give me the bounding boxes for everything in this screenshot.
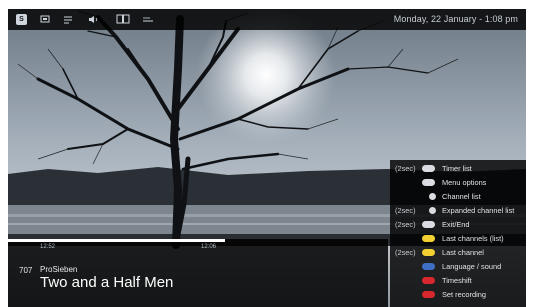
- menu-icon[interactable]: [142, 14, 154, 25]
- legend-item[interactable]: Menu options: [390, 177, 526, 189]
- speaker-icon[interactable]: [88, 14, 100, 25]
- remote-key-legend: (2sec) Timer list Menu options Channel l…: [390, 160, 526, 307]
- legend-item[interactable]: (2sec) Expanded channel list: [390, 205, 526, 217]
- top-status-bar: S Monday, 22 January - 1:08 pm: [8, 9, 526, 30]
- yellow-button-icon: [422, 249, 435, 256]
- legend-label: Channel list: [442, 192, 481, 201]
- legend-item[interactable]: (2sec) Exit/End: [390, 219, 526, 231]
- program-title: Two and a Half Men: [40, 274, 174, 291]
- yellow-button-icon: [422, 235, 435, 242]
- legend-hold-duration: (2sec): [395, 248, 416, 257]
- legend-label: Expanded channel list: [442, 206, 515, 215]
- program-info-panel: 12:52 12:06 707 ProSieben Two and a Half…: [8, 239, 388, 307]
- legend-item[interactable]: (2sec) Last channel: [390, 247, 526, 259]
- screen-icon[interactable]: [40, 14, 50, 25]
- legend-item[interactable]: Timeshift: [390, 275, 526, 287]
- date-time: Monday, 22 January - 1:08 pm: [393, 14, 518, 24]
- legend-label: Set recording: [442, 290, 486, 299]
- legend-label: Timeshift: [442, 276, 472, 285]
- program-end-time: 12:06: [201, 244, 217, 250]
- tv-screen: S Monday, 22 January - 1:08 pm 12:52 12:…: [8, 9, 526, 307]
- legend-hold-duration: (2sec): [395, 206, 416, 215]
- legend-label: Exit/End: [442, 220, 470, 229]
- legend-label: Last channels (list): [442, 234, 504, 243]
- legend-label: Menu options: [442, 178, 487, 187]
- legend-item[interactable]: (2sec) Timer list: [390, 163, 526, 175]
- blue-button-icon: [422, 263, 435, 270]
- remote-button-icon: [422, 179, 435, 186]
- app-logo-icon[interactable]: S: [16, 14, 27, 25]
- list-icon[interactable]: [63, 14, 73, 25]
- legend-label: Last channel: [442, 248, 484, 257]
- program-progress-bar: [8, 239, 225, 242]
- red-button-icon: [422, 291, 435, 298]
- channel-name: ProSieben: [40, 265, 78, 274]
- program-start-time: 12:52: [40, 244, 56, 250]
- remote-button-icon: [429, 207, 436, 214]
- legend-hold-duration: (2sec): [395, 220, 416, 229]
- channel-number: 707: [19, 266, 33, 275]
- legend-label: Timer list: [442, 164, 472, 173]
- book-icon[interactable]: [116, 14, 130, 25]
- legend-label: Language / sound: [442, 262, 502, 271]
- red-button-icon: [422, 277, 435, 284]
- legend-item[interactable]: Set recording: [390, 289, 526, 301]
- legend-item[interactable]: Language / sound: [390, 261, 526, 273]
- remote-button-icon: [422, 165, 435, 172]
- remote-button-icon: [422, 221, 435, 228]
- legend-hold-duration: (2sec): [395, 164, 416, 173]
- remote-button-icon: [429, 193, 436, 200]
- legend-item[interactable]: Last channels (list): [390, 233, 526, 245]
- legend-item[interactable]: Channel list: [390, 191, 526, 203]
